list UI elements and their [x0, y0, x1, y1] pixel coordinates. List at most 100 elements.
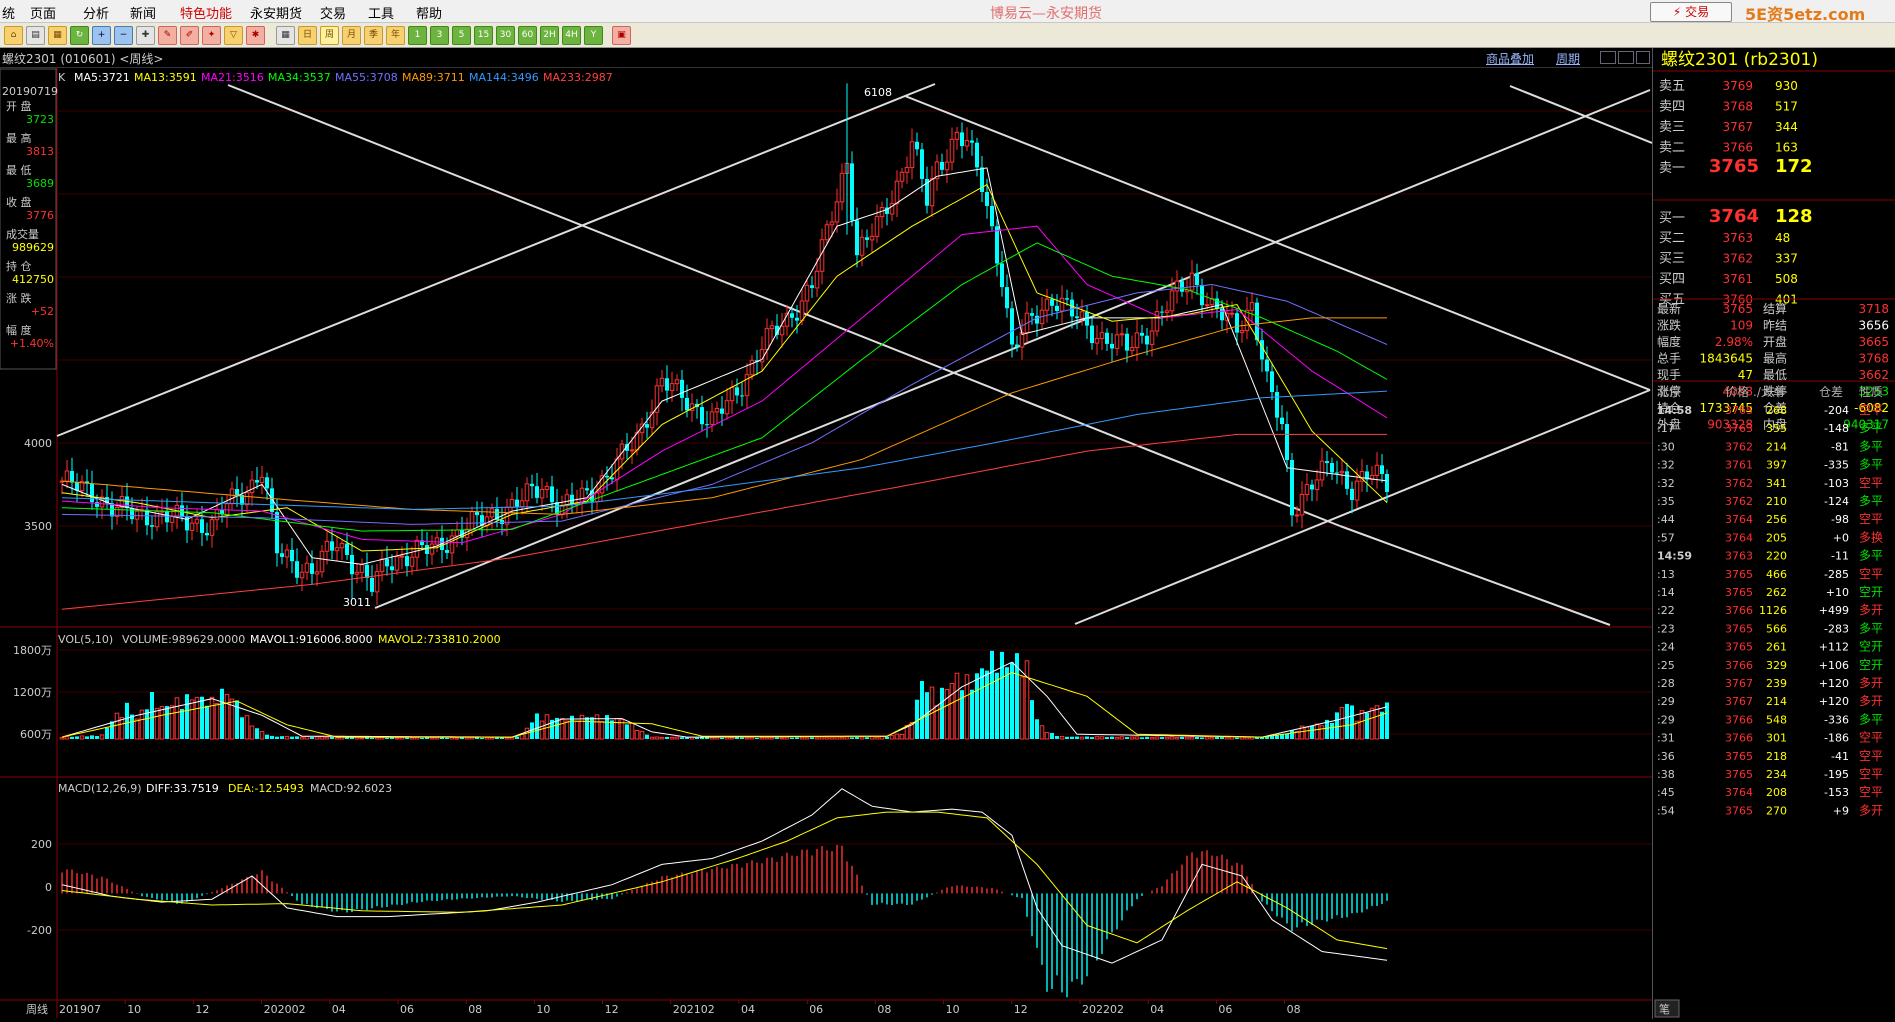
volume-bar — [685, 737, 689, 739]
candle — [1119, 333, 1125, 336]
crosshair-icon[interactable]: ✚ — [136, 26, 155, 45]
period-day-button[interactable]: 日 — [298, 26, 317, 45]
notepad-icon[interactable]: ▣ — [612, 26, 631, 45]
tick-oi: +499 — [1819, 604, 1849, 617]
period-1min-button[interactable]: 1 — [408, 26, 427, 45]
home-icon[interactable]: ⌂ — [4, 26, 23, 45]
period-4h-button[interactable]: 4H — [562, 26, 581, 45]
ask-price[interactable]: 3769 — [1722, 79, 1753, 93]
period-year-button[interactable]: 年 — [386, 26, 405, 45]
period-2h-button[interactable]: 2H — [540, 26, 559, 45]
mavol1-line — [61, 661, 1388, 738]
period-3min-button[interactable]: 3 — [430, 26, 449, 45]
trade-button[interactable]: ⚡ 交易 — [1650, 2, 1732, 22]
bar-info-label: 最 高 — [6, 131, 32, 145]
ask-price[interactable]: 3766 — [1722, 141, 1753, 155]
stat-label: 现手 — [1657, 368, 1681, 382]
bid-price[interactable]: 3764 — [1709, 206, 1759, 227]
volume-bar — [429, 737, 435, 740]
pen-icon[interactable]: ✐ — [180, 26, 199, 45]
volume-bar — [1169, 736, 1175, 740]
period-15min-button[interactable]: 15 — [474, 26, 493, 45]
tick-price: 3765 — [1725, 804, 1753, 817]
period-60min-button[interactable]: 60 — [518, 26, 537, 45]
menu-yongan[interactable]: 永安期货 — [250, 3, 302, 22]
zoom-in-icon[interactable]: + — [92, 26, 111, 45]
ask-price[interactable]: 3767 — [1722, 120, 1753, 134]
volume-bar — [834, 736, 840, 740]
period-30min-button[interactable]: 30 — [496, 26, 515, 45]
candle — [214, 509, 220, 521]
draw-icon[interactable]: ✎ — [158, 26, 177, 45]
tick-volume: 210 — [1766, 495, 1787, 508]
bid-price[interactable]: 3761 — [1722, 272, 1753, 286]
candle — [1105, 332, 1109, 344]
period-5min-button[interactable]: 5 — [452, 26, 471, 45]
ask-price[interactable]: 3768 — [1722, 100, 1753, 114]
menu-help[interactable]: 帮助 — [416, 3, 442, 22]
trend-lines[interactable] — [56, 83, 1652, 626]
volume-bar — [865, 737, 869, 739]
volume-bar — [114, 712, 120, 740]
tick-volume: 355 — [1766, 422, 1787, 435]
volume-bar — [975, 673, 979, 739]
menu-analysis[interactable]: 分析 — [83, 3, 109, 22]
candle — [535, 486, 539, 498]
stat-value: 109 — [1730, 319, 1753, 333]
candle — [855, 220, 859, 256]
candle — [659, 377, 665, 387]
volume-bar — [489, 737, 495, 740]
menu-page[interactable]: 页面 — [30, 3, 56, 22]
refresh-icon[interactable]: ↻ — [70, 26, 89, 45]
menu-special[interactable]: 特色功能 — [180, 3, 232, 22]
volume-bar — [1085, 736, 1089, 739]
volume-bar — [894, 733, 900, 740]
menu-system[interactable]: 统 — [2, 3, 15, 22]
bottom-tab[interactable]: 笔 — [1659, 1002, 1670, 1016]
period-custom-button[interactable]: Y — [584, 26, 603, 45]
tick-time: :17 — [1657, 422, 1675, 435]
menu-tools[interactable]: 工具 — [368, 3, 394, 22]
grid-icon[interactable]: ▦ — [276, 26, 295, 45]
period-month-button[interactable]: 月 — [342, 26, 361, 45]
candle — [720, 408, 724, 414]
bid-label: 买四 — [1659, 272, 1685, 287]
chart-icon[interactable]: ▤ — [26, 26, 45, 45]
zoom-out-icon[interactable]: − — [114, 26, 133, 45]
tool-icon[interactable]: ✱ — [246, 26, 265, 45]
brush-icon[interactable]: ✦ — [202, 26, 221, 45]
bid-price[interactable]: 3763 — [1722, 231, 1753, 245]
volume-bar — [795, 737, 799, 739]
menu-trade[interactable]: 交易 — [320, 3, 346, 22]
menu-news[interactable]: 新闻 — [130, 3, 156, 22]
bid-price[interactable]: 3762 — [1722, 252, 1753, 266]
ask-price[interactable]: 3765 — [1709, 156, 1759, 177]
candle — [270, 488, 274, 513]
volume-bar — [1010, 662, 1014, 739]
bar-info-date: 20190719 — [2, 85, 58, 98]
volume-bar — [194, 696, 200, 740]
volume-bar — [1345, 703, 1349, 739]
tick-type: 多开 — [1859, 803, 1883, 817]
candle — [530, 483, 534, 487]
candle — [445, 550, 449, 553]
volume-bar — [1365, 712, 1369, 739]
volume-bar — [1099, 736, 1105, 740]
macd-legend-item: DIFF:33.7519 — [146, 782, 219, 795]
chart-area[interactable]: 6108 3011 4500 4000 3500 K MA5:3721 MA13… — [0, 48, 1652, 1019]
filter-icon[interactable]: ▽ — [224, 26, 243, 45]
quote-title: 螺纹2301 (rb2301) — [1661, 50, 1818, 70]
candle — [200, 519, 204, 533]
folder-icon[interactable]: ▦ — [48, 26, 67, 45]
candle — [150, 525, 154, 527]
candle — [779, 325, 785, 336]
volume-bar — [1350, 705, 1354, 739]
ma-legend-item: MA21:3516 — [201, 71, 264, 84]
candle — [944, 161, 950, 171]
volume-bar — [1385, 702, 1389, 739]
period-quarter-button[interactable]: 季 — [364, 26, 383, 45]
period-week-button[interactable]: 周 — [320, 26, 339, 45]
tick-volume: 208 — [1766, 786, 1787, 799]
volume-bar — [654, 736, 660, 740]
volume-bar — [610, 720, 614, 739]
